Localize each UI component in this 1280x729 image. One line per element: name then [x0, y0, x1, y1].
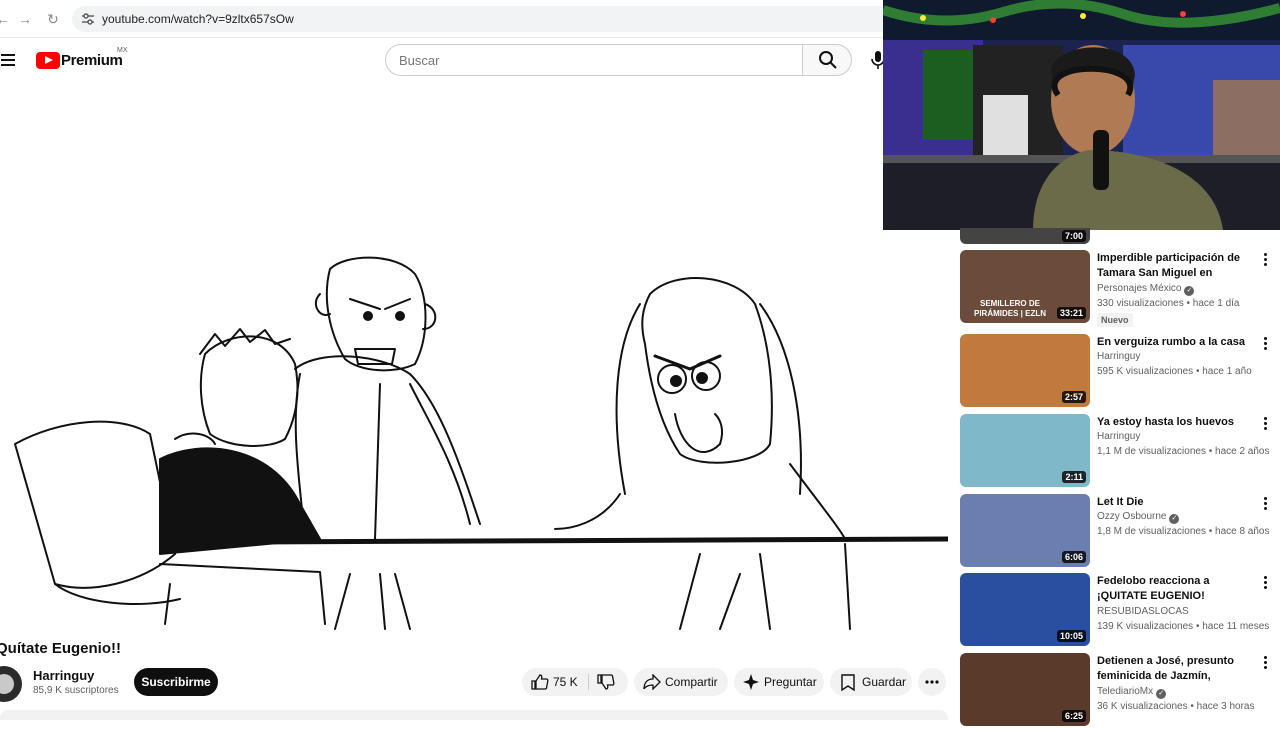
video-player[interactable] — [0, 84, 948, 630]
bookmark-icon — [841, 674, 855, 691]
like-dislike-group: 75 K — [522, 668, 628, 696]
related-video-meta: 139 K visualizaciones • hace 11 meses — [1097, 621, 1270, 632]
like-count: 75 K — [553, 675, 578, 689]
channel-name[interactable]: Harringuy — [33, 668, 94, 683]
channel-avatar[interactable] — [0, 666, 22, 702]
save-label: Guardar — [862, 675, 907, 689]
related-video-meta: 595 K visualizaciones • hace 1 año — [1097, 366, 1252, 377]
channel-name: Personajes México — [1097, 283, 1182, 294]
related-video-title[interactable]: Ya estoy hasta los huevos — [1097, 415, 1245, 430]
url-text: youtube.com/watch?v=9zltx657sOw — [102, 12, 294, 26]
streamer-webcam-image — [883, 0, 1280, 230]
duration-badge: 2:57 — [1061, 391, 1086, 403]
related-video-meta: 1,8 M de visualizaciones • hace 8 años — [1097, 526, 1270, 537]
ask-label: Preguntar — [764, 675, 817, 689]
video-thumbnail[interactable]: 2:11 — [960, 414, 1090, 487]
video-thumbnail[interactable]: SEMILLERO DE PIRÁMIDES | EZLN 33:21 — [960, 250, 1090, 323]
address-bar[interactable]: youtube.com/watch?v=9zltx657sOw — [72, 6, 892, 32]
back-icon[interactable]: ← — [0, 10, 12, 28]
video-thumbnail[interactable]: 6:06 — [960, 494, 1090, 567]
subscribe-button[interactable]: Suscribirme — [134, 668, 218, 696]
related-video-title[interactable]: Detienen a José, presunto feminicida de … — [1097, 654, 1245, 684]
related-video-item[interactable]: SEMILLERO DE PIRÁMIDES | EZLN 33:21 Imperd… — [960, 250, 1280, 327]
related-video-title[interactable]: En verguiza rumbo a la casa — [1097, 335, 1245, 350]
related-video-channel[interactable]: Personajes México ✓ — [1097, 283, 1195, 296]
channel-name: Ozzy Osbourne — [1097, 511, 1167, 522]
description-box[interactable] — [0, 710, 948, 720]
save-button[interactable]: Guardar — [830, 668, 912, 696]
search-button[interactable] — [802, 44, 852, 76]
hamburger-menu-icon[interactable] — [0, 52, 18, 68]
ask-button[interactable]: Preguntar — [734, 668, 824, 696]
site-settings-icon[interactable] — [80, 11, 96, 27]
share-icon — [643, 674, 661, 690]
more-actions-button[interactable] — [918, 668, 946, 696]
duration-badge: 7:00 — [1061, 230, 1086, 242]
sparkle-icon — [743, 674, 759, 690]
video-title: Quítate Eugenio!! — [0, 640, 121, 657]
reload-icon[interactable]: ↻ — [44, 10, 62, 28]
more-options-icon[interactable] — [1262, 253, 1270, 267]
related-video-channel[interactable]: Ozzy Osbourne ✓ — [1097, 511, 1180, 524]
channel-name: TelediarioMx — [1097, 686, 1154, 697]
duration-badge: 33:21 — [1056, 307, 1086, 319]
related-video-title[interactable]: Imperdible participación de Tamara San M… — [1097, 251, 1245, 281]
dislike-button[interactable] — [589, 668, 628, 696]
more-options-icon[interactable] — [1262, 417, 1270, 431]
more-horizontal-icon — [925, 680, 939, 684]
new-badge: Nuevo — [1097, 313, 1133, 327]
share-button[interactable]: Compartir — [634, 668, 728, 696]
thumbs-down-icon — [597, 674, 615, 690]
related-video-channel[interactable]: Harringuy — [1097, 351, 1140, 362]
channel-name: Harringuy — [1097, 431, 1141, 442]
more-options-icon[interactable] — [1262, 656, 1270, 670]
video-frame-illustration — [14, 256, 948, 630]
youtube-play-icon — [36, 52, 60, 69]
logo-text: Premium — [61, 52, 123, 69]
video-thumbnail[interactable]: 2:57 — [960, 334, 1090, 407]
related-video-channel[interactable]: RESUBIDASLOCAS — [1097, 606, 1189, 617]
related-video-item[interactable]: 10:05 Fedelobo reacciona a ¡QUITATE EUGEN… — [960, 573, 1280, 649]
forward-icon[interactable]: → — [16, 10, 34, 28]
verified-icon: ✓ — [1184, 286, 1195, 296]
duration-badge: 2:11 — [1062, 471, 1086, 483]
region-code: MX — [117, 47, 128, 54]
video-thumbnail[interactable]: 10:05 — [960, 573, 1090, 646]
related-video-title[interactable]: Fedelobo reacciona a ¡QUITATE EUGENIO! — [1097, 574, 1245, 604]
verified-icon: ✓ — [1169, 514, 1180, 524]
search-box — [385, 44, 803, 76]
more-options-icon[interactable] — [1262, 337, 1270, 351]
subscriber-count: 85,9 K suscriptores — [33, 685, 119, 696]
related-video-channel[interactable]: Harringuy — [1097, 431, 1140, 442]
related-video-item[interactable]: 6:25 Detienen a José, presunto feminicida… — [960, 653, 1280, 729]
thumbnail-caption: SEMILLERO DE PIRÁMIDES | EZLN — [973, 299, 1047, 318]
like-button[interactable]: 75 K — [522, 668, 588, 696]
related-video-item[interactable]: 2:57 En verguiza rumbo a la casa Harringuy… — [960, 334, 1280, 410]
search-icon — [819, 51, 837, 69]
verified-icon: ✓ — [1156, 689, 1167, 699]
channel-name: Harringuy — [1097, 351, 1141, 362]
duration-badge: 6:25 — [1061, 710, 1086, 722]
related-video-title[interactable]: Let It Die — [1097, 495, 1245, 510]
share-label: Compartir — [665, 675, 718, 689]
more-options-icon[interactable] — [1262, 576, 1270, 590]
search-input[interactable] — [386, 45, 803, 75]
related-video-meta: 330 visualizaciones • hace 1 día — [1097, 298, 1240, 309]
channel-name: RESUBIDASLOCAS — [1097, 606, 1189, 617]
related-video-meta: 1,1 M de visualizaciones • hace 2 años — [1097, 446, 1270, 457]
webcam-overlay — [883, 0, 1280, 230]
related-video-meta: 36 K visualizaciones • hace 3 horas — [1097, 701, 1255, 712]
video-thumbnail[interactable]: 6:25 — [960, 653, 1090, 726]
related-video-partial-thumbnail[interactable]: 7:00 — [960, 228, 1090, 244]
related-video-channel[interactable]: TelediarioMx ✓ — [1097, 686, 1167, 699]
thumbs-up-icon — [531, 674, 549, 690]
related-video-item[interactable]: 2:11 Ya estoy hasta los huevos Harringuy 1,… — [960, 414, 1280, 490]
more-options-icon[interactable] — [1262, 497, 1270, 511]
duration-badge: 6:06 — [1061, 551, 1086, 563]
related-video-item[interactable]: 6:06 Let It Die Ozzy Osbourne ✓ 1,8 M de vis… — [960, 494, 1280, 570]
duration-badge: 10:05 — [1056, 630, 1086, 642]
